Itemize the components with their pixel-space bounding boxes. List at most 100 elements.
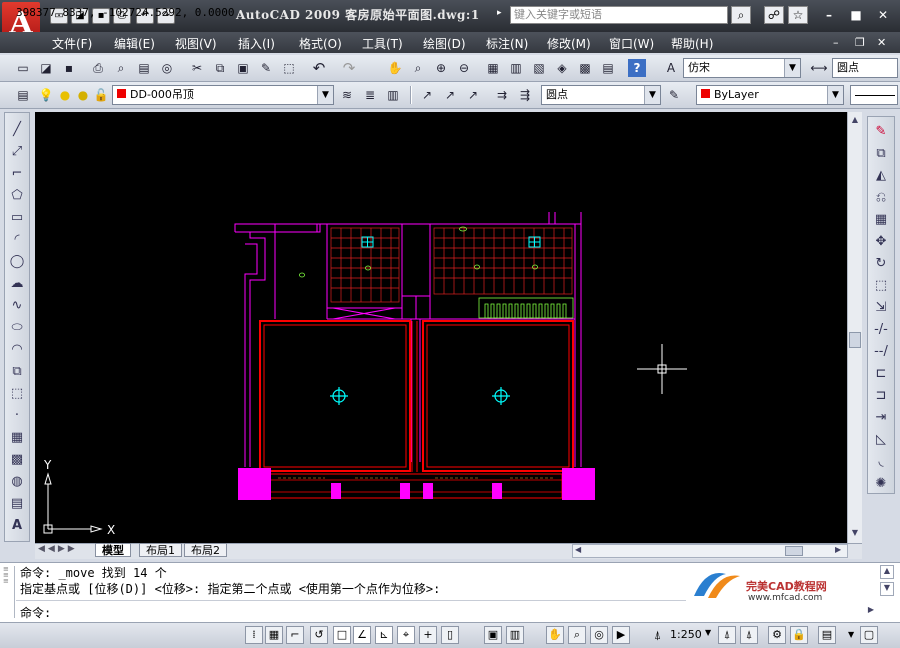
model-space-icon[interactable]: ▣: [484, 626, 502, 644]
drawing-area[interactable]: Y X: [35, 112, 847, 543]
tab-model[interactable]: 模型: [95, 543, 131, 557]
arc-icon[interactable]: ◜: [7, 230, 27, 250]
command-scroll-down-icon[interactable]: ▼: [880, 582, 894, 596]
layer-lock-icon[interactable]: 🔓: [92, 86, 110, 104]
annotation-scale-value[interactable]: 1:250: [670, 628, 702, 641]
vertical-scrollbar[interactable]: ▲ ▼: [847, 112, 862, 543]
dim-style-icon[interactable]: ⟷: [810, 59, 828, 77]
layer-combo[interactable]: DD-000吊顶 ▼: [112, 85, 334, 105]
steering-wheel-icon[interactable]: ◎: [590, 626, 608, 644]
mirror-icon[interactable]: ◭: [871, 166, 891, 186]
communication-center-icon[interactable]: ☍: [764, 6, 784, 24]
design-center-icon[interactable]: ▥: [507, 59, 525, 77]
auto-scale-icon[interactable]: ⍋: [740, 626, 758, 644]
maximize-button[interactable]: ■: [845, 8, 867, 22]
coordinate-readout[interactable]: 398377.8337, -102724.5292, 0.0000: [16, 6, 235, 19]
multileader-icon[interactable]: ↗: [418, 86, 436, 104]
command-hscroll-icon[interactable]: ▶: [864, 605, 878, 619]
block-editor-icon[interactable]: ⬚: [280, 59, 298, 77]
snap-mode-icon[interactable]: ⁞: [245, 626, 263, 644]
polar-tracking-icon[interactable]: ↺: [310, 626, 328, 644]
paste-icon[interactable]: ▣: [234, 59, 252, 77]
make-current-layer-icon[interactable]: ≋: [338, 86, 356, 104]
3d-dwf-icon[interactable]: ◎: [158, 59, 176, 77]
polygon-icon[interactable]: ⬠: [7, 186, 27, 206]
undo-toolbar-icon[interactable]: ↶: [310, 59, 328, 77]
break-at-point-icon[interactable]: ⊏: [871, 364, 891, 384]
pan-icon[interactable]: ✋: [386, 59, 404, 77]
doc-minimize-button[interactable]: –: [833, 36, 839, 49]
stretch-icon[interactable]: ⇲: [871, 298, 891, 318]
join-icon[interactable]: ⇥: [871, 408, 891, 428]
text-style-icon[interactable]: A: [662, 59, 680, 77]
zoom-window-icon[interactable]: ⊕: [432, 59, 450, 77]
zoom-previous-icon[interactable]: ⊖: [455, 59, 473, 77]
text-style-combo[interactable]: 仿宋 ▼: [683, 58, 801, 78]
color-combo[interactable]: ByLayer ▼: [696, 85, 844, 105]
scroll-left-icon[interactable]: ◀: [575, 545, 581, 554]
layer-previous-icon[interactable]: ≣: [361, 86, 379, 104]
show-motion-icon[interactable]: ▶: [612, 626, 630, 644]
publish-icon[interactable]: ▤: [135, 59, 153, 77]
doc-close-button[interactable]: ✕: [877, 36, 886, 49]
object-snap-tracking-icon[interactable]: ∠: [353, 626, 371, 644]
calculator-icon[interactable]: ▤: [599, 59, 617, 77]
scroll-up-icon[interactable]: ▲: [849, 113, 861, 127]
zoom-status-icon[interactable]: ⌕: [568, 626, 586, 644]
layer-manager-icon[interactable]: ▤: [14, 86, 32, 104]
search-input[interactable]: 键入关键字或短语: [510, 6, 728, 24]
close-button[interactable]: ✕: [872, 8, 894, 22]
tab-nav-arrows-icon[interactable]: ◀◀▶▶: [38, 544, 78, 554]
ellipse-arc-icon[interactable]: ◠: [7, 340, 27, 360]
search-icon[interactable]: ⌕: [731, 6, 751, 24]
menu-modify[interactable]: 修改(M): [547, 35, 591, 52]
zoom-realtime-icon[interactable]: ⌕: [409, 59, 427, 77]
save-toolbar-icon[interactable]: ▪: [60, 59, 78, 77]
command-scroll-up-icon[interactable]: ▲: [880, 565, 894, 579]
fillet-icon[interactable]: ◟: [871, 452, 891, 472]
revision-cloud-icon[interactable]: ☁: [7, 274, 27, 294]
move-icon[interactable]: ✥: [871, 232, 891, 252]
redo-toolbar-icon[interactable]: ↷: [340, 59, 358, 77]
multileader-style-icon[interactable]: ✎: [665, 86, 683, 104]
grid-display-icon[interactable]: ▦: [265, 626, 283, 644]
minimize-button[interactable]: –: [818, 8, 840, 22]
menu-tools[interactable]: 工具(T): [362, 35, 403, 52]
scale-dropdown-icon[interactable]: ▼: [705, 628, 711, 637]
tray-settings-icon[interactable]: ▤: [818, 626, 836, 644]
markup-icon[interactable]: ▩: [576, 59, 594, 77]
pan-status-icon[interactable]: ✋: [546, 626, 564, 644]
status-menu-arrow-icon[interactable]: ▼: [848, 630, 854, 639]
layer-freeze-sun-icon[interactable]: ●: [56, 86, 74, 104]
tab-layout2[interactable]: 布局2: [184, 543, 227, 557]
table-icon[interactable]: ▤: [7, 494, 27, 514]
linetype-combo[interactable]: [850, 85, 898, 105]
multileader-style-combo[interactable]: 圆点 ▼: [541, 85, 661, 105]
plot-icon[interactable]: ⎙: [89, 59, 107, 77]
menu-view[interactable]: 视图(V): [175, 35, 217, 52]
layer-state-icon[interactable]: ▥: [384, 86, 402, 104]
layer-freeze-vp-icon[interactable]: ●: [74, 86, 92, 104]
offset-icon[interactable]: ⎌: [871, 188, 891, 208]
collect-leader-icon[interactable]: ⇶: [516, 86, 534, 104]
scroll-right-icon[interactable]: ▶: [835, 545, 841, 554]
dynamic-ucs-icon[interactable]: ⊾: [375, 626, 393, 644]
trim-icon[interactable]: -/-: [871, 320, 891, 340]
region-icon[interactable]: ◍: [7, 472, 27, 492]
help-icon[interactable]: ?: [628, 59, 646, 77]
command-window-grip[interactable]: ≡ ≡ ≡: [3, 566, 15, 618]
ortho-mode-icon[interactable]: ⌐: [286, 626, 304, 644]
doc-restore-button[interactable]: ❐: [855, 36, 865, 49]
annotation-visibility-icon[interactable]: ⍋: [718, 626, 736, 644]
command-prompt[interactable]: 命令:: [20, 604, 51, 621]
tab-layout1[interactable]: 布局1: [139, 543, 182, 557]
menu-draw[interactable]: 绘图(D): [423, 35, 466, 52]
construction-line-icon[interactable]: ⤢: [7, 142, 27, 162]
lineweight-icon[interactable]: +: [419, 626, 437, 644]
chamfer-icon[interactable]: ◺: [871, 430, 891, 450]
menu-dimension[interactable]: 标注(N): [486, 35, 528, 52]
workspace-switch-icon[interactable]: ⚙: [768, 626, 786, 644]
dynamic-input-icon[interactable]: ⌖: [397, 626, 415, 644]
make-block-icon[interactable]: ⬚: [7, 384, 27, 404]
align-leader-icon[interactable]: ⇉: [493, 86, 511, 104]
